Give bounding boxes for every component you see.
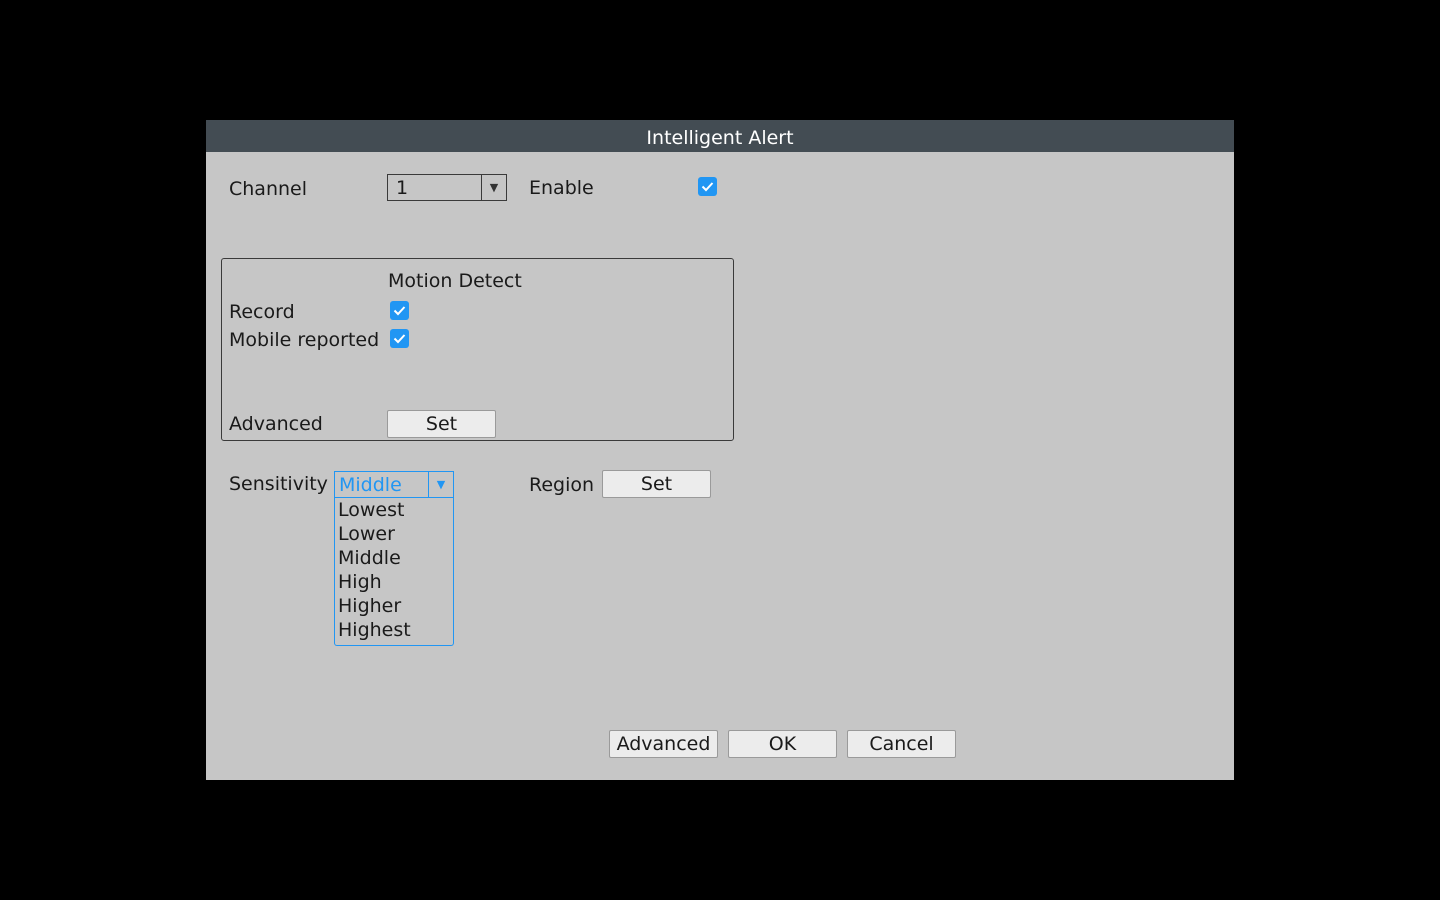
- sensitivity-option[interactable]: Middle: [338, 546, 401, 570]
- chevron-down-icon[interactable]: ▼: [481, 175, 506, 200]
- sensitivity-option[interactable]: Highest: [338, 618, 411, 642]
- record-label: Record: [229, 301, 295, 323]
- checkmark-icon: [393, 306, 406, 316]
- intelligent-alert-dialog: Intelligent Alert Channel 1 ▼ Enable Mot…: [206, 120, 1234, 780]
- ok-button[interactable]: OK: [728, 730, 837, 758]
- enable-checkbox[interactable]: [698, 177, 717, 196]
- sensitivity-option[interactable]: Higher: [338, 594, 401, 618]
- cancel-button[interactable]: Cancel: [847, 730, 956, 758]
- region-set-button[interactable]: Set: [602, 470, 711, 498]
- channel-label: Channel: [229, 178, 308, 200]
- dialog-title: Intelligent Alert: [206, 120, 1234, 152]
- region-label: Region: [529, 474, 595, 496]
- sensitivity-select[interactable]: Middle ▼: [334, 471, 454, 498]
- checkmark-icon: [701, 182, 714, 192]
- motion-detect-header: Motion Detect: [388, 270, 522, 292]
- mobile-reported-checkbox[interactable]: [390, 329, 409, 348]
- footer-advanced-button[interactable]: Advanced: [609, 730, 718, 758]
- advanced-label: Advanced: [229, 413, 323, 435]
- advanced-set-button[interactable]: Set: [387, 410, 496, 438]
- record-checkbox[interactable]: [390, 301, 409, 320]
- sensitivity-option[interactable]: Lowest: [338, 498, 404, 522]
- sensitivity-option[interactable]: High: [338, 570, 382, 594]
- sensitivity-select-value: Middle: [339, 474, 402, 496]
- sensitivity-dropdown-list: Lowest Lower Middle High Higher Highest: [334, 498, 454, 646]
- enable-label: Enable: [529, 177, 594, 199]
- chevron-down-icon[interactable]: ▼: [428, 472, 453, 497]
- checkmark-icon: [393, 334, 406, 344]
- channel-select-value: 1: [396, 177, 409, 199]
- sensitivity-label: Sensitivity: [229, 473, 328, 495]
- mobile-reported-label: Mobile reported: [229, 329, 380, 351]
- channel-select[interactable]: 1 ▼: [387, 174, 507, 201]
- sensitivity-option[interactable]: Lower: [338, 522, 395, 546]
